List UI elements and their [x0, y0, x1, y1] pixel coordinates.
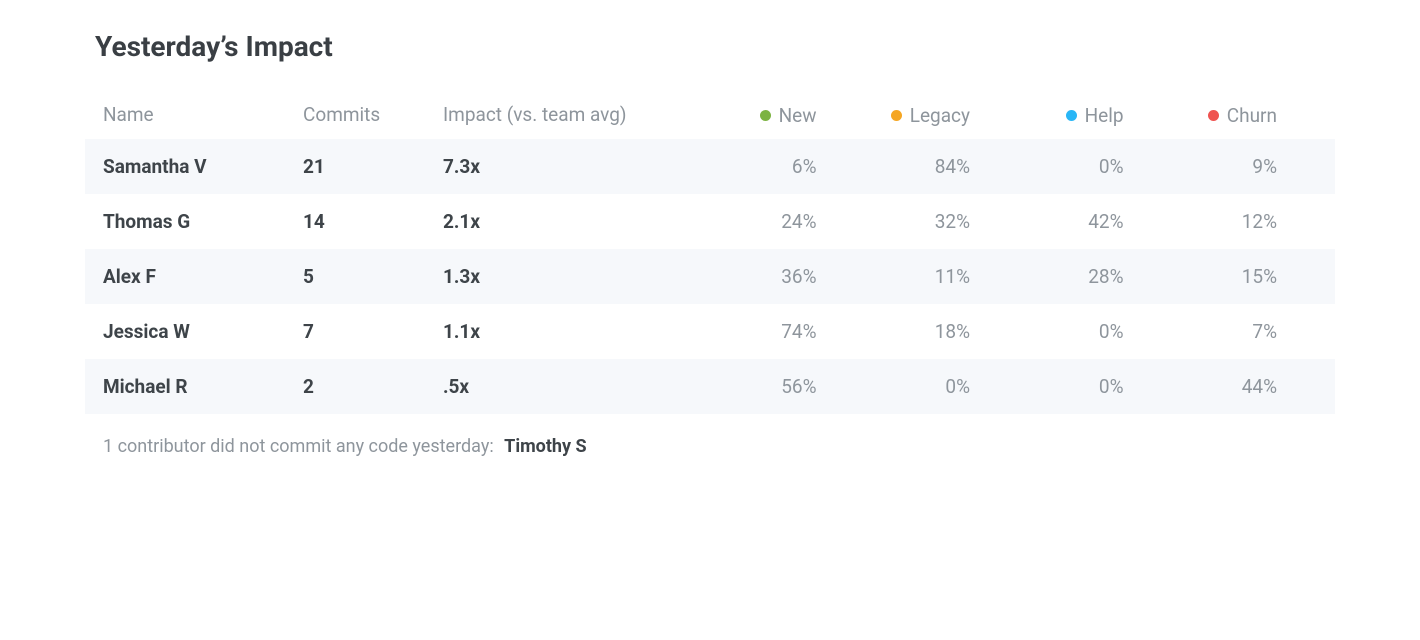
- page-title: Yesterday’s Impact: [95, 30, 1335, 63]
- cell-name: Jessica W: [103, 320, 303, 343]
- legacy-dot-icon: [891, 110, 902, 121]
- table-row: Alex F 5 1.3x 36% 11% 28% 15%: [85, 249, 1335, 304]
- cell-commits: 7: [303, 320, 443, 343]
- cell-name: Alex F: [103, 265, 303, 288]
- cell-churn: 44%: [1164, 375, 1318, 398]
- cell-name: Michael R: [103, 375, 303, 398]
- col-header-commits: Commits: [303, 103, 443, 127]
- cell-legacy: 18%: [857, 320, 1011, 343]
- table-header-row: Name Commits Impact (vs. team avg) New L…: [85, 91, 1335, 139]
- col-header-churn-label: Churn: [1227, 104, 1277, 127]
- help-dot-icon: [1066, 110, 1077, 121]
- cell-impact: 2.1x: [443, 210, 703, 233]
- cell-name: Thomas G: [103, 210, 303, 233]
- cell-help: 0%: [1010, 155, 1164, 178]
- footer-note: 1 contributor did not commit any code ye…: [103, 436, 1335, 457]
- col-header-help: Help: [1010, 103, 1164, 127]
- impact-table: Name Commits Impact (vs. team avg) New L…: [85, 91, 1335, 414]
- cell-new: 36%: [703, 265, 857, 288]
- cell-new: 6%: [703, 155, 857, 178]
- col-header-legacy: Legacy: [857, 103, 1011, 127]
- cell-help: 0%: [1010, 375, 1164, 398]
- table-row: Jessica W 7 1.1x 74% 18% 0% 7%: [85, 304, 1335, 359]
- col-header-help-label: Help: [1085, 104, 1124, 127]
- cell-impact: 1.1x: [443, 320, 703, 343]
- col-header-impact: Impact (vs. team avg): [443, 103, 703, 127]
- col-header-churn: Churn: [1164, 103, 1318, 127]
- cell-impact: 1.3x: [443, 265, 703, 288]
- cell-help: 0%: [1010, 320, 1164, 343]
- cell-commits: 2: [303, 375, 443, 398]
- cell-legacy: 0%: [857, 375, 1011, 398]
- cell-new: 74%: [703, 320, 857, 343]
- col-header-new: New: [703, 103, 857, 127]
- cell-churn: 12%: [1164, 210, 1318, 233]
- cell-impact: .5x: [443, 375, 703, 398]
- table-row: Michael R 2 .5x 56% 0% 0% 44%: [85, 359, 1335, 414]
- cell-churn: 7%: [1164, 320, 1318, 343]
- footer-prefix: 1 contributor did not commit any code ye…: [103, 436, 494, 457]
- cell-churn: 9%: [1164, 155, 1318, 178]
- cell-churn: 15%: [1164, 265, 1318, 288]
- col-header-legacy-label: Legacy: [910, 104, 970, 127]
- cell-help: 28%: [1010, 265, 1164, 288]
- cell-new: 24%: [703, 210, 857, 233]
- col-header-new-label: New: [779, 104, 817, 127]
- new-dot-icon: [760, 110, 771, 121]
- cell-new: 56%: [703, 375, 857, 398]
- cell-commits: 5: [303, 265, 443, 288]
- footer-noncommitter-name: Timothy S: [504, 436, 586, 457]
- cell-legacy: 84%: [857, 155, 1011, 178]
- cell-legacy: 32%: [857, 210, 1011, 233]
- table-row: Samantha V 21 7.3x 6% 84% 0% 9%: [85, 139, 1335, 194]
- col-header-name: Name: [103, 103, 303, 127]
- cell-commits: 21: [303, 155, 443, 178]
- cell-commits: 14: [303, 210, 443, 233]
- table-row: Thomas G 14 2.1x 24% 32% 42% 12%: [85, 194, 1335, 249]
- cell-help: 42%: [1010, 210, 1164, 233]
- cell-impact: 7.3x: [443, 155, 703, 178]
- cell-name: Samantha V: [103, 155, 303, 178]
- cell-legacy: 11%: [857, 265, 1011, 288]
- churn-dot-icon: [1208, 110, 1219, 121]
